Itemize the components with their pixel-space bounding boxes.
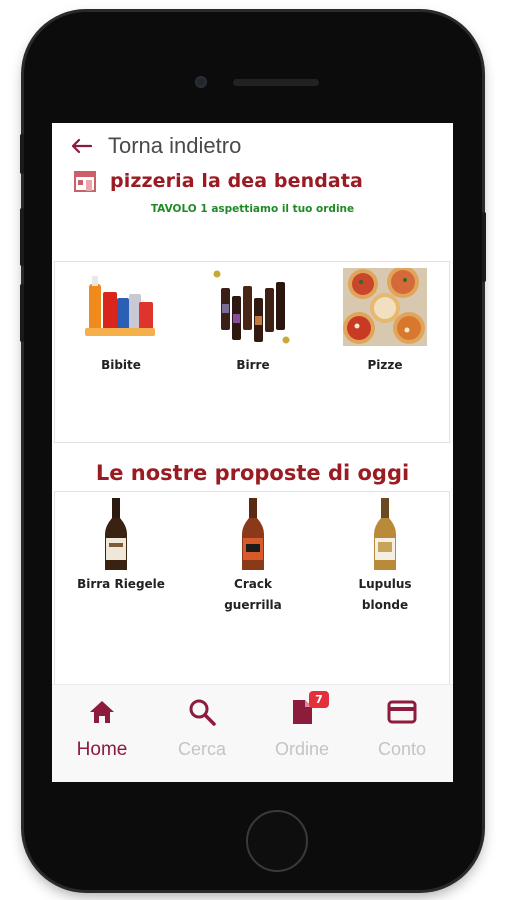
product-name: Lupulus blonde <box>358 577 412 612</box>
category-label: Birre <box>236 358 270 372</box>
mute-switch <box>20 134 24 174</box>
category-label: Pizze <box>367 358 403 372</box>
beer-bottle-image <box>374 498 396 570</box>
tab-conto[interactable]: Conto <box>352 685 452 782</box>
beers-image <box>213 270 290 344</box>
beer-bottle-image <box>105 498 127 570</box>
proposals-title: Le nostre proposte di oggi <box>95 461 410 485</box>
tab-home[interactable]: Home <box>52 685 152 782</box>
beer-bottle-image <box>242 498 264 570</box>
volume-down-button <box>20 284 24 342</box>
tab-ordine[interactable]: 7 Ordine <box>252 685 352 782</box>
tab-label: Conto <box>377 739 427 759</box>
power-button <box>482 212 486 282</box>
volume-up-button <box>20 208 24 266</box>
restaurant-name: pizzeria la dea bendata <box>110 170 363 192</box>
soft-drinks-image <box>85 276 155 336</box>
tab-cerca[interactable]: Cerca <box>152 685 252 782</box>
tab-label: Ordine <box>274 739 330 759</box>
home-icon <box>90 701 114 723</box>
order-count-badge: 7 <box>309 691 329 708</box>
pizzas-image <box>343 268 427 346</box>
categories-panel: Bibite Birre Pizze <box>54 261 450 443</box>
store-icon <box>74 171 96 192</box>
product-name: Crack guerrilla <box>224 577 282 612</box>
bottom-tab-bar: Home Cerca 7 Ordine Conto <box>52 684 453 782</box>
home-hardware-button[interactable] <box>246 810 308 872</box>
back-button[interactable]: Torna indietro <box>70 133 241 159</box>
product-name: Birra Riegele <box>77 577 165 591</box>
back-label: Torna indietro <box>108 133 242 158</box>
app-screen: Torna indietro pizzeria la dea bendata T… <box>52 123 453 782</box>
tab-label: Home <box>76 739 128 760</box>
earpiece-speaker <box>233 79 319 86</box>
table-status-message: TAVOLO 1 aspettiamo il tuo ordine <box>150 203 355 215</box>
category-label: Bibite <box>101 358 141 372</box>
restaurant-header: pizzeria la dea bendata <box>72 169 363 193</box>
front-camera <box>195 76 207 88</box>
tab-label: Cerca <box>177 739 226 759</box>
back-arrow-icon <box>71 138 92 154</box>
credit-card-icon <box>387 700 417 724</box>
proposals-panel: Birra Riegele Crack guerrilla Lupulus bl… <box>54 491 450 691</box>
search-icon <box>189 699 216 726</box>
